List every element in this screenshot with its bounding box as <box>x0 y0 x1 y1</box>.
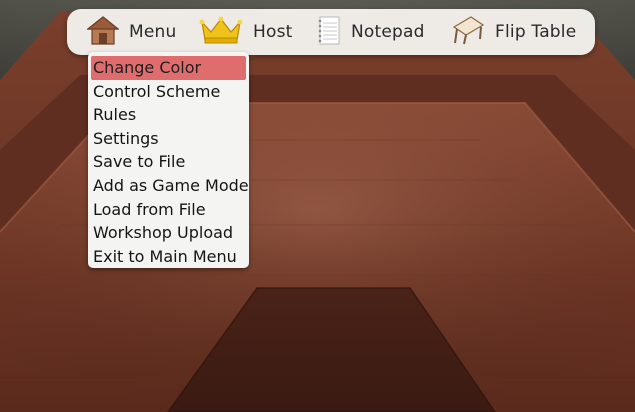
notepad-label: Notepad <box>351 22 425 42</box>
notepad-icon <box>317 15 341 50</box>
flip-table-button[interactable]: Flip Table <box>451 9 585 55</box>
menu-item-load-from-file[interactable]: Load from File <box>91 198 246 222</box>
menu-item-save-to-file[interactable]: Save to File <box>91 150 246 174</box>
notepad-button[interactable]: Notepad <box>317 9 451 55</box>
menu-item-control-scheme[interactable]: Control Scheme <box>91 80 246 104</box>
host-label: Host <box>253 22 293 42</box>
flip-table-label: Flip Table <box>495 22 577 42</box>
menu-item-workshop-upload[interactable]: Workshop Upload <box>91 221 246 245</box>
menu-item-settings[interactable]: Settings <box>91 127 246 151</box>
top-toolbar: Menu Host Notepad Flip Table <box>67 9 595 55</box>
main-menu-dropdown: Change Color Control Scheme Rules Settin… <box>88 52 249 268</box>
menu-item-change-color[interactable]: Change Color <box>91 56 246 80</box>
menu-label: Menu <box>129 22 177 42</box>
house-icon <box>86 15 120 50</box>
menu-item-rules[interactable]: Rules <box>91 103 246 127</box>
flip-table-icon <box>451 15 485 50</box>
host-button[interactable]: Host <box>199 9 317 55</box>
game-scene: Menu Host Notepad Flip Table Change Colo… <box>0 0 635 412</box>
menu-button[interactable]: Menu <box>86 9 199 55</box>
menu-item-exit-to-main-menu[interactable]: Exit to Main Menu <box>91 245 246 269</box>
crown-icon <box>199 16 243 49</box>
menu-item-add-as-game-mode[interactable]: Add as Game Mode <box>91 174 249 198</box>
